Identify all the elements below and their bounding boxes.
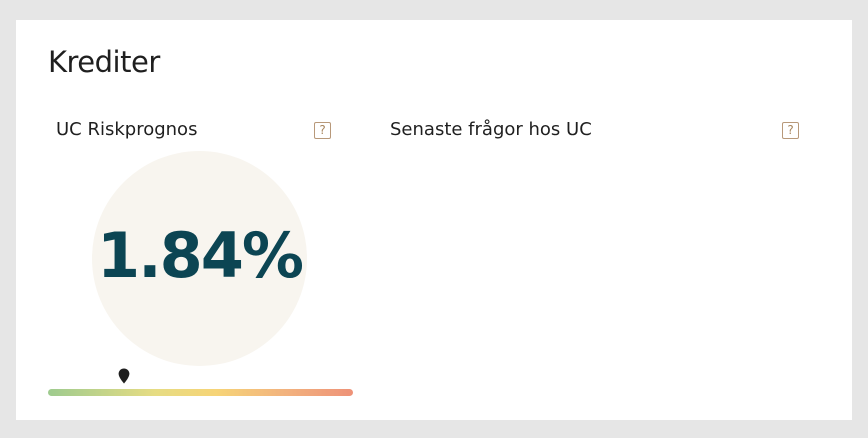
risk-scale-bar xyxy=(48,368,353,396)
credit-card: Krediter UC Riskprognos ? 1.84% Senaste … xyxy=(16,20,852,420)
risk-forecast-help-icon[interactable]: ? xyxy=(314,122,331,139)
recent-queries-title: Senaste frågor hos UC xyxy=(390,119,592,140)
risk-gauge: 1.84% xyxy=(92,151,307,366)
map-pin-icon xyxy=(118,368,130,384)
risk-value: 1.84% xyxy=(96,219,304,292)
recent-queries-help-icon[interactable]: ? xyxy=(782,122,799,139)
card-title: Krediter xyxy=(48,45,160,79)
risk-forecast-title: UC Riskprognos xyxy=(56,119,198,140)
